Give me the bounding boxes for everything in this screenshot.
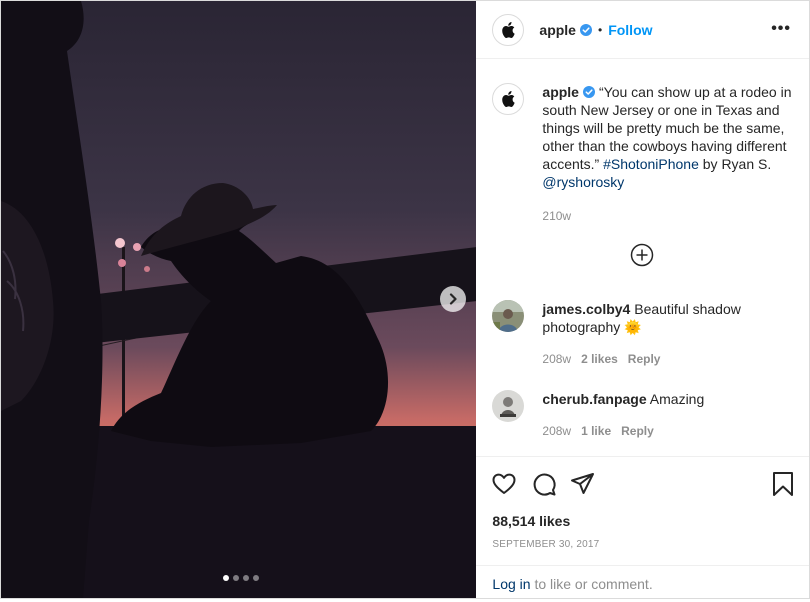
comment-meta: 208w 1 like Reply <box>542 422 792 440</box>
apple-logo-icon <box>502 91 516 107</box>
caption-avatar[interactable] <box>492 83 525 115</box>
comment-item: cherub.fanpage Amazing 208w 1 like Reply <box>492 390 792 440</box>
verified-badge-icon <box>579 23 592 36</box>
comment-body: cherub.fanpage Amazing 208w 1 like Reply <box>542 390 792 440</box>
login-prompt: Log in to like or comment. <box>476 565 809 602</box>
user-sketch-avatar <box>492 390 525 422</box>
rodeo-silhouette-image <box>1 1 477 598</box>
reply-button[interactable]: Reply <box>621 422 654 440</box>
post-actions: 88,514 likes SEPTEMBER 30, 2017 Log in t… <box>476 456 809 598</box>
hashtag-link[interactable]: #ShotoniPhone <box>603 156 699 172</box>
carousel-indicator <box>5 575 476 581</box>
post-photo[interactable] <box>1 1 477 598</box>
avatar[interactable] <box>492 390 525 422</box>
comment-likes[interactable]: 2 likes <box>581 350 618 368</box>
verified-badge-icon <box>582 86 595 98</box>
post-header: apple • Follow ••• <box>476 1 809 59</box>
carousel-dot <box>252 575 259 581</box>
carousel-dot <box>232 575 239 581</box>
apple-logo-icon <box>502 21 516 38</box>
comment-icon[interactable] <box>531 471 557 497</box>
mention-link[interactable]: @ryshorosky <box>542 174 624 190</box>
caption-timestamp[interactable]: 210w <box>542 207 792 225</box>
comment-username[interactable]: james.colby4 <box>542 301 630 317</box>
post-sidebar: apple • Follow ••• apple “You can show up… <box>476 1 809 598</box>
comments-section: apple “You can show up at a rodeo in sout… <box>476 59 809 456</box>
comment-timestamp[interactable]: 208w <box>542 422 571 440</box>
caption-username[interactable]: apple <box>542 84 579 100</box>
comment-text: Amazing <box>649 391 705 407</box>
comment-body: james.colby4 Beautiful shadow photograph… <box>542 300 792 368</box>
avatar[interactable] <box>492 300 525 332</box>
reply-button[interactable]: Reply <box>628 350 661 368</box>
comment-likes[interactable]: 1 like <box>581 422 611 440</box>
sun-emoji: 🌞 <box>624 319 642 335</box>
caption-text: apple “You can show up at a rodeo in sout… <box>542 83 792 225</box>
caption: apple “You can show up at a rodeo in sout… <box>492 59 793 225</box>
comment-username[interactable]: cherub.fanpage <box>542 391 646 407</box>
instagram-post: apple • Follow ••• apple “You can show up… <box>0 0 810 599</box>
more-options-button[interactable]: ••• <box>771 21 791 37</box>
next-image-button[interactable] <box>440 286 466 312</box>
avatar[interactable] <box>492 13 525 46</box>
comment-meta: 208w 2 likes Reply <box>542 350 792 368</box>
bookmark-icon[interactable] <box>770 471 796 497</box>
carousel-dot <box>242 575 249 581</box>
post-username[interactable]: apple <box>539 22 576 38</box>
follow-button[interactable]: Follow <box>608 22 652 38</box>
comment-timestamp[interactable]: 208w <box>542 350 571 368</box>
comment-item: james.colby4 Beautiful shadow photograph… <box>492 300 792 368</box>
user-photo-avatar <box>492 300 525 332</box>
load-more-comments-icon[interactable] <box>630 243 654 267</box>
login-prompt-text: to like or comment. <box>530 576 653 592</box>
caption-credit: by Ryan S. <box>698 156 772 172</box>
header-separator: • <box>597 22 603 37</box>
share-icon[interactable] <box>570 471 596 497</box>
carousel-dot-active <box>222 575 229 581</box>
chevron-right-icon <box>449 293 457 305</box>
heart-icon[interactable] <box>491 471 517 497</box>
login-link[interactable]: Log in <box>492 576 530 592</box>
likes-count[interactable]: 88,514 likes <box>492 513 570 529</box>
post-date[interactable]: SEPTEMBER 30, 2017 <box>492 539 599 550</box>
